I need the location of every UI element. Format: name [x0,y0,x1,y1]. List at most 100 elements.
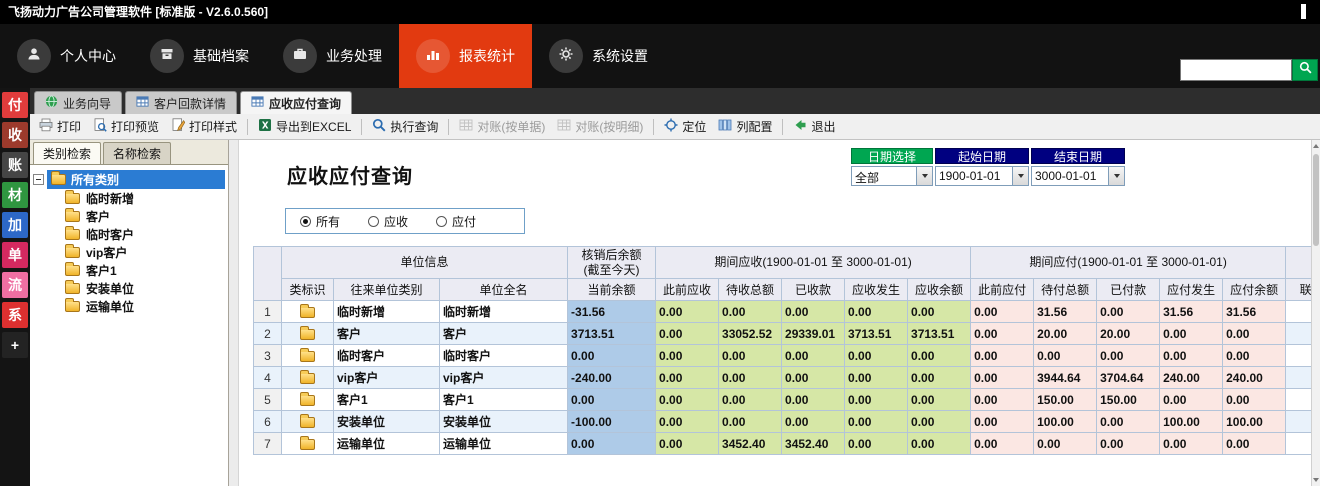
cell-current-balance[interactable]: 0.00 [567,344,657,367]
cell-payable-1[interactable]: 100.00 [1033,410,1098,433]
cell-payable-4[interactable]: 0.00 [1222,432,1287,455]
cell-receivable-2[interactable]: 0.00 [781,344,846,367]
cell-receivable-4[interactable]: 0.00 [907,344,972,367]
cell-receivable-1[interactable]: 33052.52 [718,322,783,345]
cell-payable-0[interactable]: 0.00 [970,366,1035,389]
strip-button-flow[interactable]: 流 [2,272,28,298]
cell-receivable-0[interactable]: 0.00 [655,432,720,455]
cell-category-icon[interactable] [281,300,334,323]
cell-receivable-1[interactable]: 0.00 [718,410,783,433]
nav-item-system-settings[interactable]: 系统设置 [532,24,665,88]
nav-item-report-statistics[interactable]: 报表统计 [399,24,532,88]
date-type-select[interactable]: 全部 [851,166,933,186]
radio-payable[interactable]: 应付 [436,213,476,230]
cell-receivable-3[interactable]: 0.00 [844,410,909,433]
tree-item-transport-unit[interactable]: 运输单位 [33,297,225,315]
cell-current-balance[interactable]: 3713.51 [567,322,657,345]
cell-payable-2[interactable]: 3704.64 [1096,366,1161,389]
table-row[interactable]: 7 运输单位 运输单位 0.00 0.00 3452.40 3452.40 0.00 0.00 0… [253,432,1311,455]
strip-button-add[interactable]: 加 [2,212,28,238]
cell-receivable-3[interactable]: 0.00 [844,366,909,389]
cell-payable-0[interactable]: 0.00 [970,388,1035,411]
cell-payable-0[interactable]: 0.00 [970,300,1035,323]
search-input[interactable] [1180,59,1292,81]
cell-receivable-2[interactable]: 29339.01 [781,322,846,345]
tab-business-wizard[interactable]: 业务向导 [34,91,123,114]
table-row[interactable]: 3 临时客户 临时客户 0.00 0.00 0.00 0.00 0.00 0.00 0.00 0.0… [253,344,1311,367]
cell-payable-3[interactable]: 31.56 [1159,300,1224,323]
cell-payable-3[interactable]: 240.00 [1159,366,1224,389]
cell-unit-name[interactable]: 客户1 [438,388,569,411]
cell-payable-3[interactable]: 100.00 [1159,410,1224,433]
end-date-select[interactable]: 3000-01-01 [1031,166,1125,186]
strip-button-order[interactable]: 单 [2,242,28,268]
cell-receivable-3[interactable]: 0.00 [844,300,909,323]
scrollbar-thumb[interactable] [1313,154,1319,246]
cell-payable-2[interactable]: 0.00 [1096,300,1161,323]
radio-all[interactable]: 所有 [300,213,340,230]
cell-payable-4[interactable]: 0.00 [1222,322,1287,345]
cell-category-icon[interactable] [281,388,334,411]
cell-receivable-3[interactable]: 0.00 [844,432,909,455]
table-row[interactable]: 1 临时新增 临时新增 -31.56 0.00 0.00 0.00 0.00 0.00 0.00 3… [253,300,1311,323]
cell-receivable-4[interactable]: 0.00 [907,300,972,323]
cell-payable-2[interactable]: 150.00 [1096,388,1161,411]
tree-item-customer1[interactable]: 客户1 [33,261,225,279]
cell-payable-4[interactable]: 100.00 [1222,410,1287,433]
cell-category[interactable]: 临时新增 [333,300,440,323]
cell-payable-4[interactable]: 0.00 [1222,344,1287,367]
toolbar-print-style[interactable]: 打印样式 [166,116,242,137]
cell-current-balance[interactable]: 0.00 [567,432,657,455]
radio-receivable[interactable]: 应收 [368,213,408,230]
table-row[interactable]: 5 客户1 客户1 0.00 0.00 0.00 0.00 0.00 0.00 0.00 150.0… [253,388,1311,411]
cell-receivable-4[interactable]: 3713.51 [907,322,972,345]
cell-receivable-2[interactable]: 3452.40 [781,432,846,455]
cell-category[interactable]: 安装单位 [333,410,440,433]
nav-item-business-process[interactable]: 业务处理 [266,24,399,88]
tree-item-customer[interactable]: 客户 [33,207,225,225]
cell-payable-4[interactable]: 0.00 [1222,388,1287,411]
chevron-down-icon[interactable] [1108,167,1124,185]
tab-receivable-payable-query[interactable]: 应收应付查询 [240,91,353,114]
cell-receivable-0[interactable]: 0.00 [655,388,720,411]
cell-current-balance[interactable]: -31.56 [567,300,657,323]
cell-category-icon[interactable] [281,410,334,433]
scroll-up-icon[interactable] [1312,140,1320,152]
cell-payable-3[interactable]: 0.00 [1159,322,1224,345]
cell-payable-0[interactable]: 0.00 [970,410,1035,433]
cell-receivable-3[interactable]: 0.00 [844,388,909,411]
cell-payable-2[interactable]: 0.00 [1096,344,1161,367]
vertical-scrollbar[interactable] [1311,140,1320,486]
nav-item-base-archives[interactable]: 基础档案 [133,24,266,88]
strip-button-receive[interactable]: 收 [2,122,28,148]
cell-receivable-4[interactable]: 0.00 [907,366,972,389]
strip-button-system[interactable]: 系 [2,302,28,328]
cell-payable-4[interactable]: 240.00 [1222,366,1287,389]
cell-category[interactable]: vip客户 [333,366,440,389]
table-row[interactable]: 2 客户 客户 3713.51 0.00 33052.52 29339.01 3713.51 3… [253,322,1311,345]
collapse-icon[interactable] [33,174,44,185]
tree-item-temp-new[interactable]: 临时新增 [33,189,225,207]
strip-button-pay[interactable]: 付 [2,92,28,118]
cell-payable-3[interactable]: 0.00 [1159,388,1224,411]
tree-item-vip-customer[interactable]: vip客户 [33,243,225,261]
cell-payable-1[interactable]: 0.00 [1033,432,1098,455]
tree-item-install-unit[interactable]: 安装单位 [33,279,225,297]
cell-payable-3[interactable]: 0.00 [1159,344,1224,367]
cell-category-icon[interactable] [281,344,334,367]
cell-payable-0[interactable]: 0.00 [970,322,1035,345]
cell-category[interactable]: 临时客户 [333,344,440,367]
strip-button-account[interactable]: 账 [2,152,28,178]
toolbar-print[interactable]: 打印 [34,116,86,137]
cell-current-balance[interactable]: -240.00 [567,366,657,389]
toolbar-column-config[interactable]: 列配置 [713,116,777,137]
table-row[interactable]: 4 vip客户 vip客户 -240.00 0.00 0.00 0.00 0.00 0.00 0.… [253,366,1311,389]
cell-payable-2[interactable]: 0.00 [1096,432,1161,455]
cell-current-balance[interactable]: 0.00 [567,388,657,411]
cell-receivable-0[interactable]: 0.00 [655,322,720,345]
cell-receivable-1[interactable]: 0.00 [718,344,783,367]
cell-payable-1[interactable]: 0.00 [1033,344,1098,367]
cell-category[interactable]: 客户 [333,322,440,345]
cell-category-icon[interactable] [281,432,334,455]
cell-receivable-4[interactable]: 0.00 [907,388,972,411]
